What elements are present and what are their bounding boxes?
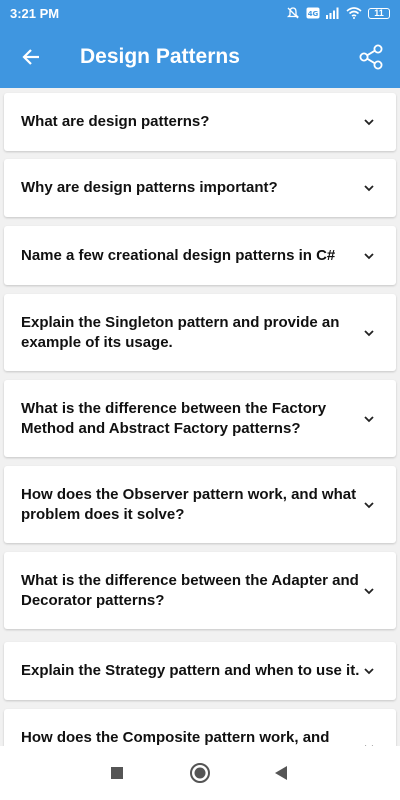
chevron-down-icon[interactable]: [364, 117, 374, 127]
recents-button[interactable]: [104, 760, 130, 786]
status-icons: 4G 11: [286, 6, 390, 20]
volte-icon: 4G: [306, 7, 320, 19]
question-text: What is the difference between the Adapt…: [21, 571, 359, 609]
chevron-down-icon[interactable]: [364, 328, 374, 338]
question-card-1[interactable]: What are design patterns?: [4, 93, 396, 151]
question-card-4[interactable]: Explain the Singleton pattern and provid…: [4, 294, 396, 371]
question-card-2[interactable]: Why are design patterns important?: [4, 159, 396, 217]
wifi-icon: [346, 7, 362, 19]
toolbar: Design Patterns: [0, 26, 400, 88]
mute-icon: [286, 7, 300, 19]
home-button[interactable]: [187, 760, 213, 786]
svg-text:4G: 4G: [308, 10, 319, 18]
question-text: How does the Observer pattern work, and …: [21, 485, 357, 523]
question-text: Name a few creational design patterns in…: [21, 246, 336, 264]
status-bar: 3:21 PM 4G 11: [0, 0, 400, 26]
arrow-left-icon: [22, 49, 39, 65]
question-text: What is the difference between the Facto…: [21, 399, 327, 437]
question-card-6[interactable]: How does the Observer pattern work, and …: [4, 466, 396, 543]
system-nav-bar: [0, 746, 400, 800]
question-card-8[interactable]: Explain the Strategy pattern and when to…: [4, 642, 396, 700]
question-text: Explain the Strategy pattern and when to…: [21, 662, 360, 679]
chevron-down-icon[interactable]: [364, 183, 374, 193]
recents-square-icon: [111, 767, 123, 779]
chevron-down-icon[interactable]: [364, 586, 374, 596]
question-text: Explain the Singleton pattern and provid…: [21, 313, 340, 351]
share-button[interactable]: [354, 40, 388, 74]
page-title: Design Patterns: [80, 45, 240, 68]
back-button[interactable]: [0, 26, 62, 88]
home-circle-icon: [190, 763, 210, 783]
signal-icon: [326, 7, 339, 19]
battery-icon: 11: [368, 7, 390, 19]
app-bar: 3:21 PM 4G 11 Design Patterns: [0, 0, 400, 88]
chevron-down-icon[interactable]: [364, 500, 374, 510]
question-text: What are design patterns?: [21, 113, 210, 130]
nav-back-button[interactable]: [268, 760, 294, 786]
question-text: Why are design patterns important?: [21, 179, 278, 196]
question-text: How does the Composite pattern work, and: [21, 729, 330, 746]
question-card-7[interactable]: What is the difference between the Adapt…: [4, 552, 396, 629]
question-card-9[interactable]: How does the Composite pattern work, and: [4, 709, 396, 746]
question-card-5[interactable]: What is the difference between the Facto…: [4, 380, 396, 457]
status-time: 3:21 PM: [10, 5, 60, 21]
back-triangle-icon: [275, 766, 287, 780]
chevron-down-icon[interactable]: [364, 251, 374, 261]
share-icon: [359, 44, 383, 70]
chevron-down-icon[interactable]: [364, 414, 374, 424]
question-card-3[interactable]: Name a few creational design patterns in…: [4, 226, 396, 285]
chevron-down-icon[interactable]: [364, 666, 374, 676]
question-list[interactable]: What are design patterns? Why are design…: [0, 88, 400, 746]
